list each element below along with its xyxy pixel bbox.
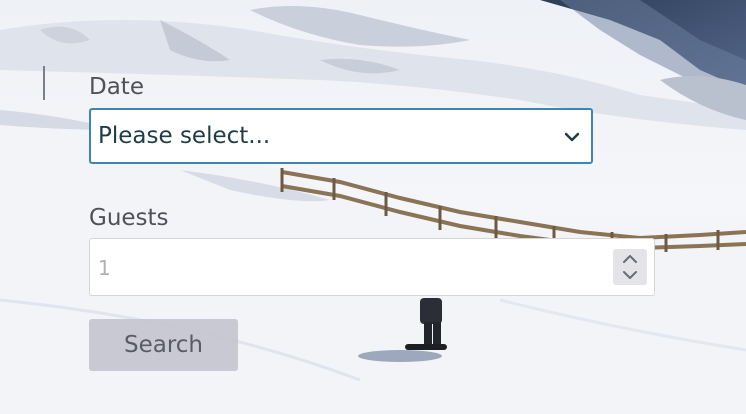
date-select[interactable]: Please select... [89,108,593,164]
date-label: Date [89,74,144,100]
chevron-down-icon[interactable] [621,269,639,281]
guests-stepper[interactable] [613,249,647,285]
guests-input[interactable]: 1 [89,238,655,296]
guests-label: Guests [89,205,169,231]
chevron-up-icon[interactable] [621,253,639,265]
chevron-down-icon [564,132,580,142]
guests-input-placeholder: 1 [98,256,111,280]
booking-form: Date Please select... Guests 1 Search [0,0,746,414]
search-button[interactable]: Search [89,319,238,371]
date-select-value: Please select... [98,123,271,149]
